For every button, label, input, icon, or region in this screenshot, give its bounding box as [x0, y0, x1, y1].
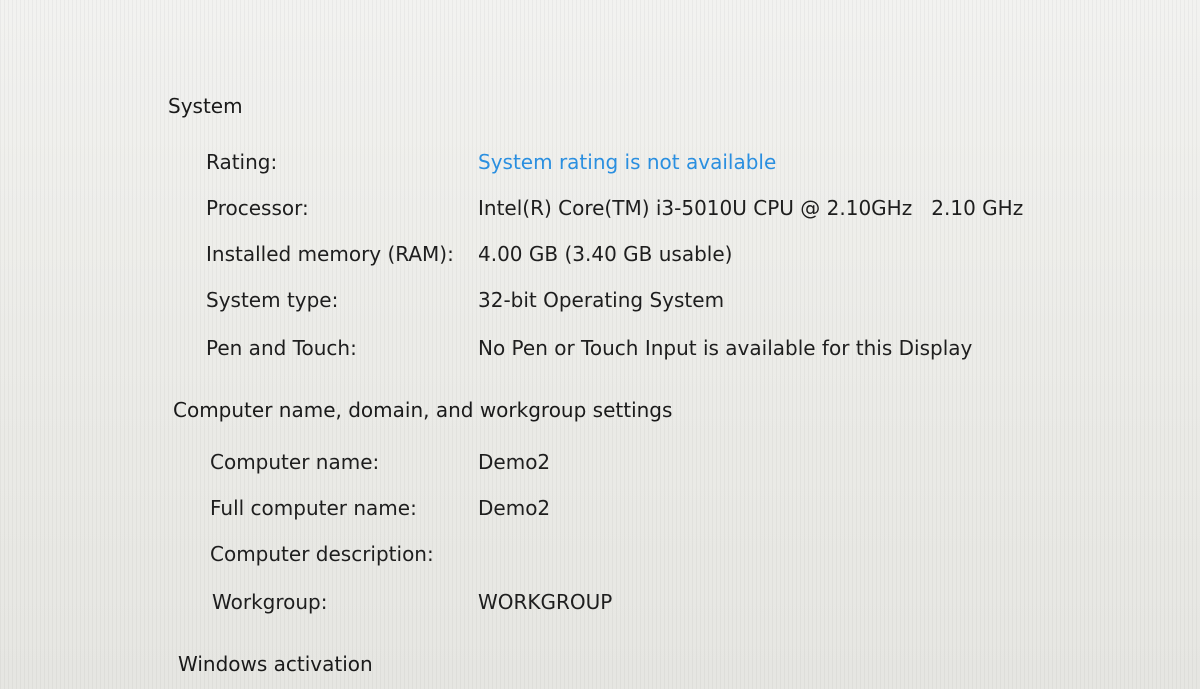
rating-row: Rating: System rating is not available — [206, 150, 1106, 180]
pen-touch-row: Pen and Touch: No Pen or Touch Input is … — [206, 336, 1106, 366]
computer-description-label: Computer description: — [210, 542, 434, 566]
memory-value: 4.00 GB (3.40 GB usable) — [478, 242, 733, 266]
computer-name-value: Demo2 — [478, 450, 551, 474]
workgroup-row: Workgroup: WORKGROUP — [212, 590, 1112, 620]
computer-name-row: Computer name: Demo2 — [210, 450, 1110, 480]
windows-activation-heading: Windows activation — [178, 652, 373, 676]
rating-label: Rating: — [206, 150, 278, 174]
computer-name-label: Computer name: — [210, 450, 380, 474]
memory-row: Installed memory (RAM): 4.00 GB (3.40 GB… — [206, 242, 1106, 272]
processor-label: Processor: — [206, 196, 309, 220]
computer-settings-heading: Computer name, domain, and workgroup set… — [173, 398, 673, 422]
processor-row: Processor: Intel(R) Core(TM) i3-5010U CP… — [206, 196, 1106, 226]
full-computer-name-row: Full computer name: Demo2 — [210, 496, 1110, 526]
full-computer-name-label: Full computer name: — [210, 496, 417, 520]
memory-label: Installed memory (RAM): — [206, 242, 454, 266]
computer-description-row: Computer description: — [210, 542, 1110, 572]
system-section-heading: System — [168, 94, 243, 118]
system-type-label: System type: — [206, 288, 339, 312]
workgroup-value: WORKGROUP — [478, 590, 613, 614]
system-rating-link[interactable]: System rating is not available — [478, 150, 776, 174]
workgroup-label: Workgroup: — [212, 590, 328, 614]
system-type-value: 32-bit Operating System — [478, 288, 725, 312]
system-properties-panel: System Rating: System rating is not avai… — [0, 0, 1200, 689]
pen-touch-value: No Pen or Touch Input is available for t… — [478, 336, 973, 360]
full-computer-name-value: Demo2 — [478, 496, 551, 520]
pen-touch-label: Pen and Touch: — [206, 336, 357, 360]
system-type-row: System type: 32-bit Operating System — [206, 288, 1106, 318]
processor-value: Intel(R) Core(TM) i3-5010U CPU @ 2.10GHz… — [478, 196, 1024, 220]
